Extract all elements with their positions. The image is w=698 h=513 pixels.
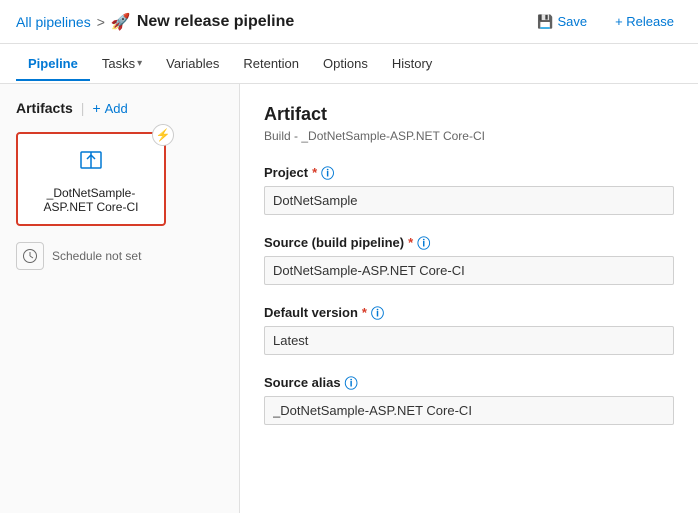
tab-variables[interactable]: Variables <box>154 48 231 81</box>
schedule-section: Schedule not set <box>16 242 223 270</box>
form-subtitle: Build - _DotNetSample-ASP.NET Core-CI <box>264 129 674 143</box>
artifacts-label: Artifacts <box>16 100 73 116</box>
source-info-icon[interactable]: ⓘ <box>417 233 430 252</box>
plus-icon: + <box>92 100 100 116</box>
schedule-icon <box>16 242 44 270</box>
artifact-card[interactable]: ⚡ _DotNetSample-ASP.NET Core-CI <box>16 132 166 226</box>
tab-options[interactable]: Options <box>311 48 380 81</box>
project-field-group: Project * ⓘ <box>264 163 674 215</box>
required-star: * <box>312 165 317 180</box>
pipeline-icon: 🚀 <box>111 12 131 32</box>
save-button[interactable]: 💾 Save <box>529 10 595 34</box>
source-alias-field-group: Source alias ⓘ <box>264 373 674 425</box>
breadcrumb-separator: > <box>97 14 105 30</box>
alias-info-icon[interactable]: ⓘ <box>345 373 358 392</box>
default-version-input[interactable] <box>264 326 674 355</box>
main-content: Artifacts | + Add ⚡ _DotNetSample-ASP.NE… <box>0 84 698 513</box>
source-alias-label: Source alias ⓘ <box>264 373 674 392</box>
source-alias-input[interactable] <box>264 396 674 425</box>
project-info-icon[interactable]: ⓘ <box>321 163 334 182</box>
form-title: Artifact <box>264 104 674 125</box>
source-input[interactable] <box>264 256 674 285</box>
default-version-field-group: Default version * ⓘ <box>264 303 674 355</box>
release-button[interactable]: + Release <box>607 10 682 33</box>
lightning-badge: ⚡ <box>152 124 174 146</box>
chevron-down-icon: ▾ <box>137 58 142 69</box>
artifacts-section-header: Artifacts | + Add <box>16 100 223 116</box>
breadcrumb-link[interactable]: All pipelines <box>16 14 91 30</box>
source-field-group: Source (build pipeline) * ⓘ <box>264 233 674 285</box>
tab-tasks[interactable]: Tasks ▾ <box>90 48 154 81</box>
page-title: New release pipeline <box>137 13 294 31</box>
add-label: Add <box>105 101 128 116</box>
header-left: All pipelines > 🚀 New release pipeline <box>16 12 294 32</box>
required-star-source: * <box>408 235 413 250</box>
project-label: Project * ⓘ <box>264 163 674 182</box>
save-label: Save <box>557 14 587 29</box>
nav-tabs: Pipeline Tasks ▾ Variables Retention Opt… <box>0 44 698 84</box>
add-artifact-button[interactable]: + Add <box>92 100 127 116</box>
default-version-label: Default version * ⓘ <box>264 303 674 322</box>
header-right: 💾 Save + Release <box>529 10 682 34</box>
schedule-label: Schedule not set <box>52 249 141 263</box>
required-star-version: * <box>362 305 367 320</box>
source-label: Source (build pipeline) * ⓘ <box>264 233 674 252</box>
tab-retention[interactable]: Retention <box>231 48 311 81</box>
version-info-icon[interactable]: ⓘ <box>371 303 384 322</box>
build-icon <box>77 146 105 180</box>
left-panel: Artifacts | + Add ⚡ _DotNetSample-ASP.NE… <box>0 84 240 513</box>
header: All pipelines > 🚀 New release pipeline 💾… <box>0 0 698 44</box>
save-icon: 💾 <box>537 14 553 30</box>
tab-history[interactable]: History <box>380 48 444 81</box>
artifacts-divider: | <box>81 100 85 116</box>
right-panel: Artifact Build - _DotNetSample-ASP.NET C… <box>240 84 698 513</box>
artifact-name: _DotNetSample-ASP.NET Core-CI <box>26 186 156 214</box>
project-input[interactable] <box>264 186 674 215</box>
tab-pipeline[interactable]: Pipeline <box>16 48 90 81</box>
lightning-icon: ⚡ <box>156 128 171 142</box>
